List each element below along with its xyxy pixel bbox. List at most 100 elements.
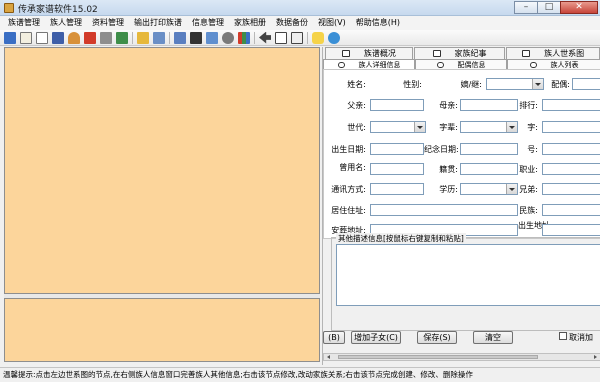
settings-icon[interactable] [222, 31, 234, 44]
contact-field[interactable] [370, 183, 424, 195]
spouse-field[interactable] [572, 78, 600, 90]
clear-button[interactable]: 清空 [473, 331, 513, 344]
toolbar-separator [307, 31, 308, 44]
menu-backup[interactable]: 数据备份 [271, 16, 313, 30]
zibei-select[interactable] [460, 121, 518, 133]
save-button[interactable]: 保存(S) [417, 331, 457, 344]
envelope-icon[interactable] [275, 31, 287, 44]
hao-label: 号: [527, 145, 538, 154]
menu-genealogy[interactable]: 族谱管理 [3, 16, 45, 30]
father-field[interactable] [370, 99, 424, 111]
name-label: 姓名: [347, 80, 366, 89]
generation-label: 世代: [347, 123, 366, 132]
scrollbar-thumb[interactable] [338, 355, 538, 359]
birth-date-label: 出生日期: [331, 145, 366, 154]
other-info-title: 其他描述信息[按鼠标右键复制和粘贴] [336, 233, 466, 244]
print-icon[interactable] [100, 31, 112, 44]
gender-label: 性别: [403, 80, 422, 89]
member-detail-form: 姓名: 性别: 嫡/继: 配偶: 父亲: 母亲: 排行: 世代: 字辈: 字: … [323, 69, 600, 239]
copy-icon[interactable] [174, 31, 186, 44]
tree-tab-icon [522, 50, 531, 57]
siblings-field[interactable] [542, 183, 600, 195]
menu-view[interactable]: 视图(V) [313, 16, 351, 30]
toolbar-separator [132, 31, 133, 44]
lineage-chart-pane[interactable] [4, 47, 320, 294]
hao-field[interactable] [542, 143, 600, 155]
menu-info[interactable]: 信息管理 [187, 16, 229, 30]
residence-label: 居住住址: [331, 206, 366, 215]
chat-icon[interactable] [312, 31, 324, 44]
mother-label: 母亲: [439, 101, 458, 110]
alias-label: 曾用名: [339, 163, 366, 172]
notebook-tab-icon [432, 50, 441, 57]
menu-members[interactable]: 族人管理 [45, 16, 87, 30]
birth-date-field[interactable] [370, 143, 424, 155]
memorial-date-field[interactable] [460, 143, 518, 155]
window-title: 传承家谱软件15.02 [18, 5, 98, 15]
ethnic-field[interactable] [542, 204, 600, 216]
native-place-field[interactable] [460, 163, 518, 175]
menu-album[interactable]: 家族相册 [229, 16, 271, 30]
prev-button[interactable]: (B) [323, 331, 345, 344]
cancel-add-checkbox[interactable] [559, 332, 567, 340]
refresh-icon[interactable] [328, 31, 340, 44]
book-icon[interactable] [20, 31, 32, 44]
alias-field[interactable] [370, 163, 424, 175]
document-icon[interactable] [36, 31, 48, 44]
binoculars-icon[interactable] [190, 31, 202, 44]
scroll-left-icon[interactable] [327, 355, 330, 359]
siblings-label: 兄弟: [519, 185, 538, 194]
tree-icon[interactable] [153, 31, 165, 44]
cancel-add-label: 取消加 [569, 333, 593, 342]
memorial-date-label: 纪念日期: [424, 145, 459, 154]
tab-spouse-info[interactable]: 配偶信息 [415, 59, 507, 69]
scroll-right-icon[interactable] [594, 355, 597, 359]
menu-materials[interactable]: 资料管理 [87, 16, 129, 30]
courtesy-label: 字: [527, 123, 538, 132]
birthplace-field[interactable] [542, 224, 600, 236]
horizontal-scrollbar[interactable] [323, 353, 600, 361]
contact-label: 通讯方式: [331, 185, 366, 194]
menu-print[interactable]: 输出打印族谱 [129, 16, 187, 30]
image-icon[interactable] [116, 31, 128, 44]
courtesy-field[interactable] [542, 121, 600, 133]
father-label: 父亲: [347, 101, 366, 110]
maximize-button[interactable]: □ [537, 1, 561, 14]
tab-genealogy-overview[interactable]: 族谱概况 [325, 47, 413, 59]
menu-bar: 族谱管理 族人管理 资料管理 输出打印族谱 信息管理 家族相册 数据备份 视图(… [0, 16, 600, 30]
mother-field[interactable] [460, 99, 518, 111]
other-info-textarea[interactable] [336, 244, 600, 306]
add-child-button[interactable]: 增加子女(C) [351, 331, 401, 344]
zibei-label: 字辈: [439, 123, 458, 132]
delete-icon[interactable] [84, 31, 96, 44]
ethnic-label: 民族: [519, 206, 538, 215]
close-button[interactable]: ✕ [560, 1, 598, 14]
toolbar-separator [169, 31, 170, 44]
toolbar-separator [254, 31, 255, 44]
arrow-icon[interactable] [259, 31, 271, 44]
text-icon[interactable] [291, 31, 303, 44]
save-disk-icon[interactable] [52, 31, 64, 44]
minimize-button[interactable]: – [514, 1, 538, 14]
job-label: 职业: [519, 165, 538, 174]
toolbar [0, 30, 600, 46]
chart-icon[interactable] [238, 31, 250, 44]
detail-tabs: 族人详细信息 配偶信息 族人列表 [323, 59, 600, 69]
rank-field[interactable] [542, 99, 600, 111]
tab-family-events[interactable]: 家族纪事 [413, 47, 506, 59]
education-select[interactable] [460, 183, 518, 195]
menu-help[interactable]: 帮助信息(H) [351, 16, 405, 30]
generation-select[interactable] [370, 121, 426, 133]
lineage-detail-pane[interactable] [4, 298, 320, 362]
rank-label: 排行: [519, 101, 538, 110]
open-book-icon[interactable] [4, 31, 16, 44]
job-field[interactable] [542, 163, 600, 175]
tab-lineage-chart[interactable]: 族人世系图 [506, 47, 600, 59]
residence-field[interactable] [370, 204, 518, 216]
tab-member-list[interactable]: 族人列表 [507, 59, 600, 69]
table-icon[interactable] [206, 31, 218, 44]
pencil-icon[interactable] [137, 31, 149, 44]
person-icon[interactable] [68, 31, 80, 44]
list-tab-icon [529, 61, 537, 68]
tab-member-details[interactable]: 族人详细信息 [323, 59, 415, 69]
